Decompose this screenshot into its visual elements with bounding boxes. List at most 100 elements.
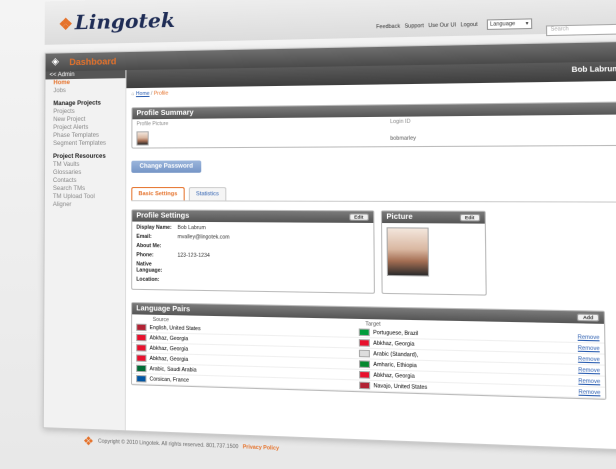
footer-logo-icon: ❖ [82, 433, 94, 449]
sidebar-heading-project-resources: Project Resources [53, 153, 106, 161]
login-id-label: Login ID [390, 118, 411, 126]
app-window: ❖Lingotek Feedback Support Use Our UI Logou… [42, 0, 616, 469]
remove-language-pair-link[interactable]: Remove [571, 334, 600, 341]
target-flag-icon [358, 339, 370, 347]
dashboard-frame: ◈ Dashboard Bob Labrum << Admin Home Jobs… [42, 40, 616, 452]
user-name[interactable]: Bob Labrum [572, 66, 616, 74]
settings-row: Phone: 123-123-1234 [136, 252, 369, 261]
sidebar-item-tm-vaults[interactable]: TM Vaults [45, 161, 125, 169]
edit-profile-button[interactable]: Edit [348, 213, 369, 221]
breadcrumb-home[interactable]: Home [136, 91, 150, 97]
settings-label: Email: [136, 233, 152, 241]
logo-mark-icon: ❖ [58, 14, 73, 34]
settings-row: Native Language: [136, 261, 369, 276]
settings-row: Location: [136, 277, 369, 287]
profile-picture-label: Profile Picture [136, 120, 169, 128]
target-language-name: Navajo, United States [373, 382, 428, 391]
target-flag-icon [358, 328, 370, 337]
dashboard-title: Dashboard [69, 56, 117, 68]
top-link-use-our-ui[interactable]: Use Our UI [428, 22, 456, 29]
remove-language-pair-link[interactable]: Remove [572, 366, 600, 374]
settings-label: Native Language: [136, 261, 163, 274]
target-language-name: Arabic (Standard), [373, 350, 419, 359]
sidebar-item-aligner[interactable]: Aligner [45, 201, 125, 209]
source-flag-icon [136, 333, 147, 342]
target-flag-icon [358, 360, 371, 369]
sidebar-item-glossaries[interactable]: Glossaries [45, 169, 125, 177]
target-language-name: Portuguese, Brazil [373, 329, 419, 337]
sidebar-item-tm-upload-tool[interactable]: TM Upload Tool [45, 193, 125, 201]
profile-summary-panel: Profile Summary Profile Picture Login ID… [131, 101, 616, 149]
source-language-name: Corsican, France [149, 375, 190, 384]
login-id-value: bobmarley [390, 135, 416, 142]
top-link-support[interactable]: Support [405, 23, 424, 30]
tab-statistics[interactable]: Statistics [188, 187, 227, 201]
profile-settings-title: Profile Settings [136, 212, 190, 220]
language-pairs-title: Language Pairs [136, 305, 191, 314]
source-flag-icon [136, 364, 147, 373]
privacy-policy-link[interactable]: Privacy Policy [243, 444, 279, 452]
sidebar-item-search-tms[interactable]: Search TMs [45, 185, 125, 193]
source-flag-icon [136, 354, 147, 362]
language-select-value: Language [489, 20, 516, 28]
source-flag-icon [136, 323, 147, 332]
settings-row: Display Name: Bob Labrum [136, 225, 369, 233]
edit-picture-button[interactable]: Edit [459, 213, 481, 222]
remove-language-pair-link[interactable]: Remove [572, 388, 600, 396]
source-flag-icon [136, 374, 147, 383]
tab-basic-settings[interactable]: Basic Settings [131, 187, 185, 201]
remove-language-pair-link[interactable]: Remove [572, 356, 600, 363]
top-bar: ❖Lingotek Feedback Support Use Our UI Logou… [44, 0, 616, 45]
settings-label: Location: [136, 276, 160, 284]
target-language-name: Abkhaz, Georgia [373, 371, 415, 380]
picture-panel: Picture Edit [380, 210, 487, 296]
target-language-name: Abkhaz, Georgia [373, 339, 415, 348]
source-flag-icon [136, 344, 147, 352]
target-language-name: Amharic, Ethiopia [373, 361, 417, 369]
dashboard-icon: ◈ [51, 56, 60, 68]
language-select[interactable]: Language ▾ [486, 18, 533, 30]
main-content: ⌂ Home / Profile Profile Summary Profile… [131, 81, 616, 408]
sidebar: << Admin Home Jobs Manage Projects Projec… [43, 70, 127, 431]
source-language-name: Abkhaz, Georgia [149, 355, 189, 363]
sidebar-heading-manage-projects: Manage Projects [53, 100, 101, 108]
breadcrumb-current: Profile [153, 90, 169, 97]
settings-value: mvalley@lingotek.com [177, 234, 230, 241]
settings-value: Bob Labrum [177, 224, 206, 232]
remove-language-pair-link[interactable]: Remove [572, 377, 600, 385]
profile-settings-panel: Profile Settings Edit Display Name: Bob L… [131, 209, 375, 294]
copyright-text: Copyright © 2010 Lingotek. All rights re… [97, 438, 239, 451]
source-language-name: Arabic, Saudi Arabia [149, 365, 197, 374]
chevron-down-icon: ▾ [525, 20, 529, 27]
source-language-name: English, United States [149, 324, 201, 332]
target-flag-icon [358, 349, 370, 358]
remove-language-pair-link[interactable]: Remove [571, 345, 600, 352]
footer: ❖ Copyright © 2010 Lingotek. All rights … [83, 434, 279, 456]
add-language-pair-button[interactable]: Add [577, 313, 600, 322]
change-password-button[interactable]: Change Password [131, 160, 202, 173]
settings-label: About Me: [136, 242, 162, 250]
settings-tabs: Basic Settings Statistics [131, 187, 616, 203]
top-link-logout[interactable]: Logout [460, 22, 477, 29]
settings-row: Email: mvalley@lingotek.com [136, 234, 369, 242]
top-links: Feedback Support Use Our UI Logout Language ▾ [376, 18, 533, 32]
search-input[interactable]: Search [545, 23, 616, 37]
language-pairs-panel: Language Pairs Add Source Target English… [131, 302, 607, 400]
target-flag-icon [359, 370, 371, 379]
top-link-feedback[interactable]: Feedback [376, 24, 400, 31]
source-language-name: Abkhaz, Georgia [149, 345, 189, 353]
settings-value: 123-123-1234 [177, 252, 210, 260]
settings-row: About Me: [136, 243, 369, 251]
target-column-header: Target [365, 321, 381, 328]
sidebar-item-contacts[interactable]: Contacts [45, 177, 125, 185]
profile-photo [386, 227, 430, 277]
page: ❖Lingotek Feedback Support Use Our UI Logou… [0, 0, 616, 469]
source-language-name: Abkhaz, Georgia [149, 334, 189, 342]
target-flag-icon [359, 381, 371, 390]
profile-thumbnail [136, 131, 149, 146]
home-icon[interactable]: ⌂ [131, 91, 134, 97]
logo[interactable]: ❖Lingotek [59, 8, 176, 35]
settings-label: Phone: [136, 252, 154, 259]
settings-label: Display Name: [136, 224, 172, 231]
picture-title: Picture [386, 213, 413, 222]
